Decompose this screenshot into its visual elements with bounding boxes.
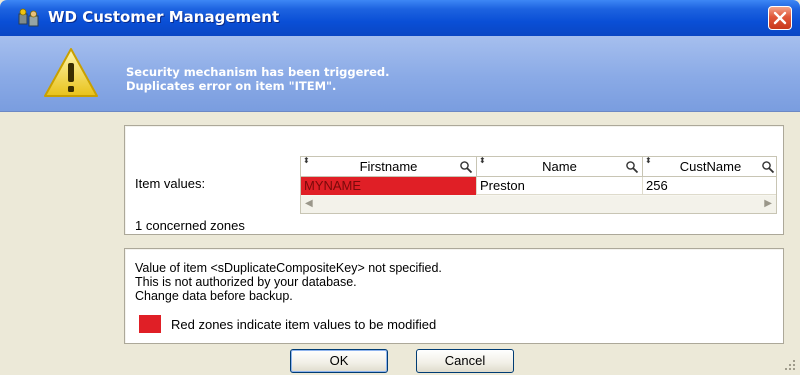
header-line-2: Duplicates error on item "ITEM". — [126, 79, 337, 93]
error-zone-swatch — [139, 315, 161, 333]
cell-name[interactable]: Preston — [477, 177, 643, 195]
horizontal-scrollbar[interactable]: ◀ ▶ — [301, 196, 776, 213]
legend-text: Red zones indicate item values to be mod… — [171, 317, 437, 332]
app-icon — [18, 8, 39, 27]
message-line-2: This is not authorized by your database. — [135, 275, 357, 289]
sort-icon[interactable]: ⬍ — [645, 157, 652, 166]
scroll-right-icon[interactable]: ▶ — [764, 198, 772, 209]
cell-firstname-invalid[interactable]: MYNAME — [301, 177, 477, 195]
concerned-zones-text: 1 concerned zones — [135, 218, 245, 233]
table-header: ⬍ Firstname ⬍ Name ⬍ CustName — [301, 157, 776, 177]
warning-icon — [44, 48, 98, 97]
message-header: Security mechanism has been triggered. D… — [0, 36, 800, 112]
message-group: Value of item <sDuplicateCompositeKey> n… — [124, 248, 784, 344]
title-bar[interactable]: WD Customer Management — [0, 0, 800, 36]
cancel-button[interactable]: Cancel — [416, 349, 514, 373]
column-header-custname[interactable]: ⬍ CustName — [643, 157, 776, 177]
resize-grip-icon[interactable] — [784, 359, 796, 371]
dialog-window: WD Customer Management Security mechanis… — [0, 0, 800, 375]
search-icon[interactable] — [761, 160, 775, 174]
scroll-left-icon[interactable]: ◀ — [305, 198, 313, 209]
search-icon[interactable] — [625, 160, 639, 174]
column-header-firstname[interactable]: ⬍ Firstname — [301, 157, 477, 177]
cell-custname[interactable]: 256 — [643, 177, 776, 195]
dialog-body: Item values: ⬍ Firstname ⬍ Name ⬍ CustNa… — [0, 113, 800, 375]
column-header-name[interactable]: ⬍ Name — [477, 157, 643, 177]
message-line-3: Change data before backup. — [135, 289, 293, 303]
window-title: WD Customer Management — [48, 8, 280, 26]
item-values-table[interactable]: ⬍ Firstname ⬍ Name ⬍ CustName MYNAME Pre… — [300, 156, 777, 214]
sort-icon[interactable]: ⬍ — [479, 157, 486, 166]
close-icon — [773, 11, 787, 25]
zones-group: Item values: ⬍ Firstname ⬍ Name ⬍ CustNa… — [124, 125, 784, 235]
header-message: Security mechanism has been triggered. D… — [126, 65, 389, 93]
message-line-1: Value of item <sDuplicateCompositeKey> n… — [135, 261, 442, 275]
close-button[interactable] — [768, 6, 792, 30]
item-values-label: Item values: — [135, 176, 206, 191]
ok-button[interactable]: OK — [290, 349, 388, 373]
sort-icon[interactable]: ⬍ — [303, 157, 310, 166]
table-row[interactable]: MYNAME Preston 256 — [301, 177, 776, 195]
header-line-1: Security mechanism has been triggered. — [126, 65, 390, 79]
search-icon[interactable] — [459, 160, 473, 174]
